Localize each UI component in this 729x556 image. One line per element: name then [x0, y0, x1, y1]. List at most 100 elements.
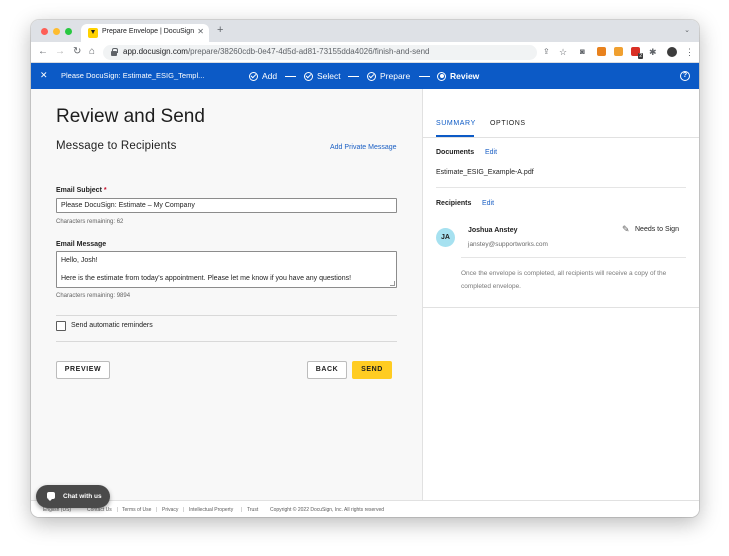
- review-send-pane: Review and Send Message to Recipients Ad…: [31, 89, 422, 500]
- footer-separator: |: [117, 507, 119, 513]
- new-tab-icon[interactable]: +: [217, 25, 223, 36]
- chat-bubble-icon: [47, 492, 55, 501]
- required-asterisk: *: [103, 187, 107, 194]
- extension-red-icon[interactable]: 2: [631, 47, 643, 59]
- step-separator: [419, 76, 430, 77]
- profile-avatar-icon[interactable]: [667, 47, 677, 57]
- add-private-message-link[interactable]: Add Private Message: [330, 144, 397, 151]
- share-icon[interactable]: ⇪: [543, 45, 550, 59]
- current-step-circle-icon: [437, 71, 446, 81]
- browser-tab-strip: Prepare Envelope | DocuSign ✕ + ⌄: [31, 20, 699, 42]
- home-icon[interactable]: ⌂: [89, 45, 95, 59]
- tabs-divider: [423, 137, 699, 138]
- step-add-label: Add: [262, 71, 278, 81]
- step-review[interactable]: Review: [437, 70, 479, 82]
- step-prepare[interactable]: Prepare: [367, 70, 410, 82]
- footer-privacy-link[interactable]: Privacy: [162, 507, 178, 513]
- tab-options[interactable]: OPTIONS: [490, 120, 526, 127]
- browser-toolbar: ← → ↻ ⌂ app.docusign.com/prepare/38260cd…: [31, 42, 699, 63]
- summary-divider: [436, 187, 686, 188]
- lock-icon: [111, 48, 118, 56]
- step-select[interactable]: Select: [304, 70, 341, 82]
- page-footer: English (US) Contact Us | Terms of Use |…: [31, 500, 699, 517]
- recipient-avatar: JA: [436, 228, 455, 247]
- address-bar[interactable]: app.docusign.com/prepare/38260cdb-0e47-4…: [103, 45, 537, 60]
- email-message-textarea[interactable]: Hello, Josh! Here is the estimate from t…: [56, 251, 397, 288]
- browser-window: Prepare Envelope | DocuSign ✕ + ⌄ ← → ↻ …: [31, 20, 699, 517]
- pen-icon: ✎: [622, 224, 630, 234]
- back-button[interactable]: BACK: [307, 361, 347, 379]
- window-minimize-control[interactable]: [53, 28, 60, 35]
- footer-trust-link[interactable]: Trust: [247, 507, 258, 513]
- bookmark-star-icon[interactable]: ☆: [559, 45, 567, 59]
- metamask-extension-icon[interactable]: [597, 47, 606, 56]
- help-icon[interactable]: ?: [680, 71, 690, 81]
- recipients-edit-link[interactable]: Edit: [482, 200, 494, 207]
- message-line: [61, 265, 392, 274]
- tab-search-chevron-icon[interactable]: ⌄: [684, 26, 690, 34]
- message-line: Here is the estimate from today's appoin…: [61, 275, 352, 282]
- completion-note: Once the envelope is completed, all reci…: [461, 270, 667, 290]
- footer-separator: |: [156, 507, 158, 513]
- textarea-resize-handle[interactable]: [390, 281, 395, 286]
- automatic-reminders-checkbox[interactable]: [56, 321, 66, 331]
- recipient-name: Joshua Anstey: [468, 227, 518, 234]
- send-button[interactable]: SEND: [352, 361, 392, 379]
- docusign-favicon-icon: [88, 28, 98, 38]
- step-prepare-label: Prepare: [380, 71, 411, 81]
- back-arrow-icon[interactable]: ←: [38, 45, 48, 59]
- section-title: Message to Recipients: [56, 140, 177, 152]
- footer-separator: |: [241, 507, 243, 513]
- extension-badge: 2: [638, 53, 643, 59]
- window-zoom-control[interactable]: [65, 28, 72, 35]
- recipient-action: Needs to Sign: [635, 226, 679, 233]
- forward-arrow-icon[interactable]: →: [55, 45, 65, 59]
- footer-ip-link[interactable]: Intellectual Property: [189, 507, 233, 513]
- page-title: Review and Send: [56, 106, 205, 127]
- recipient-divider: [461, 257, 686, 258]
- step-select-label: Select: [317, 71, 341, 81]
- email-message-label: Email Message: [56, 241, 107, 248]
- subject-characters-remaining: Characters remaining: 62: [56, 219, 124, 225]
- check-circle-icon: [249, 71, 258, 81]
- check-circle-icon: [304, 71, 313, 81]
- reload-icon[interactable]: ↻: [73, 45, 81, 59]
- browser-tab-title: Prepare Envelope | DocuSign: [102, 28, 195, 35]
- step-separator: [348, 76, 359, 77]
- browser-menu-icon[interactable]: ⋮: [685, 45, 694, 59]
- window-close-control[interactable]: [41, 28, 48, 35]
- chat-label: Chat with us: [63, 493, 102, 500]
- message-characters-remaining: Characters remaining: 9894: [56, 293, 131, 299]
- documents-heading: Documents: [436, 149, 475, 156]
- step-add[interactable]: Add: [249, 70, 277, 82]
- message-line: Hello, Josh!: [61, 257, 98, 264]
- footer-separator: |: [183, 507, 185, 513]
- preview-button[interactable]: PREVIEW: [56, 361, 110, 379]
- summary-bottom-divider: [423, 307, 699, 308]
- summary-panel: SUMMARY OPTIONS Documents Edit Estimate_…: [422, 89, 699, 500]
- step-separator: [285, 76, 296, 77]
- recipients-heading: Recipients: [436, 200, 472, 207]
- envelope-title: Please DocuSign: Estimate_ESIG_Templ...: [61, 71, 205, 80]
- automatic-reminders-label: Send automatic reminders: [71, 322, 153, 329]
- close-icon[interactable]: ✕: [40, 69, 48, 81]
- browser-tab-active[interactable]: Prepare Envelope | DocuSign ✕: [81, 24, 209, 42]
- section-divider: [56, 341, 397, 342]
- email-subject-input[interactable]: Please DocuSign: Estimate – My Company: [56, 198, 397, 213]
- step-review-label: Review: [450, 71, 480, 81]
- camera-icon[interactable]: ◙: [580, 45, 585, 59]
- email-subject-label: Email Subject *: [56, 187, 107, 194]
- extension-orange-icon[interactable]: [614, 47, 623, 56]
- documents-edit-link[interactable]: Edit: [485, 149, 497, 156]
- section-divider: [56, 315, 397, 316]
- extensions-puzzle-icon[interactable]: ✱: [649, 45, 657, 59]
- footer-copyright: Copyright © 2022 DocuSign, Inc. All righ…: [270, 507, 385, 513]
- address-url: app.docusign.com/prepare/38260cdb-0e47-4…: [123, 47, 430, 56]
- footer-terms-link[interactable]: Terms of Use: [122, 507, 151, 513]
- document-name[interactable]: Estimate_ESIG_Example-A.pdf: [436, 169, 534, 176]
- tab-summary[interactable]: SUMMARY: [436, 120, 476, 127]
- check-circle-icon: [367, 71, 376, 81]
- chat-with-us-button[interactable]: Chat with us: [36, 485, 110, 508]
- docusign-header: ✕ Please DocuSign: Estimate_ESIG_Templ..…: [31, 63, 699, 89]
- tab-close-icon[interactable]: ✕: [197, 27, 204, 37]
